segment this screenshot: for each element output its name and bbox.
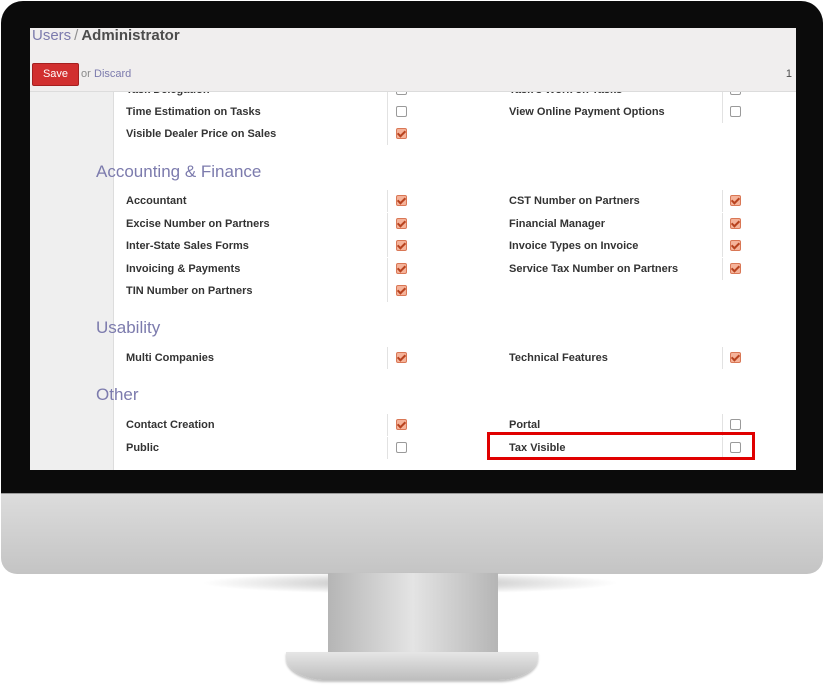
section-title: Other (96, 385, 139, 404)
group-checkbox[interactable] (730, 262, 741, 274)
group-label: Excise Number on Partners (126, 217, 270, 230)
discard-link[interactable]: Discard (94, 68, 131, 80)
group-checkbox[interactable] (396, 217, 407, 229)
control-panel: Users / Administrator Save or Discard 1 (30, 28, 796, 92)
breadcrumb-users-link[interactable]: Users (32, 28, 71, 44)
group-label: Contact Creation (126, 419, 215, 431)
column-divider (722, 257, 723, 280)
group-checkbox[interactable] (396, 352, 407, 363)
group-label: Accountant (126, 195, 187, 207)
group-label: Time Estimation on Tasks (126, 106, 261, 118)
column-divider (722, 347, 723, 369)
group-label: Invoice Types on Invoice (509, 240, 639, 252)
group-checkbox[interactable] (396, 441, 407, 453)
group-checkbox[interactable] (730, 217, 741, 229)
group-label: Multi Companies (126, 352, 215, 364)
group-checkbox[interactable] (730, 240, 741, 251)
column-divider (387, 235, 388, 257)
group-checkbox[interactable] (730, 419, 741, 430)
group-label: Invoicing & Payments (126, 262, 241, 275)
group-checkbox[interactable] (396, 285, 407, 296)
section-title: Accounting & Finance (96, 162, 262, 181)
highlight-box (487, 432, 755, 460)
breadcrumb: Users / Administrator (32, 28, 180, 44)
column-divider (722, 190, 723, 212)
breadcrumb-separator: / (74, 28, 79, 44)
group-label: Visible Dealer Price on Sales (126, 128, 277, 140)
column-divider (387, 257, 388, 280)
column-divider (722, 212, 723, 235)
pager-value[interactable]: 1 (786, 68, 792, 80)
group-label: Public (126, 441, 160, 454)
column-divider (387, 347, 388, 369)
column-divider (722, 101, 723, 123)
column-divider (387, 414, 388, 436)
or-text: or (81, 68, 91, 80)
group-label: Inter-State Sales Forms (126, 240, 249, 252)
save-button[interactable]: Save (32, 63, 79, 86)
group-label: Portal (509, 419, 541, 431)
group-label: CST Number on Partners (509, 195, 640, 207)
group-checkbox[interactable] (396, 195, 407, 206)
group-label: TIN Number on Partners (126, 285, 253, 297)
column-divider (387, 123, 388, 145)
group-label: View Online Payment Options (509, 106, 665, 118)
group-checkbox[interactable] (730, 352, 741, 363)
section-title: Usability (96, 318, 161, 337)
group-checkbox[interactable] (396, 128, 407, 139)
group-checkbox[interactable] (730, 106, 741, 117)
group-label: Technical Features (509, 352, 608, 364)
column-divider (722, 92, 723, 101)
column-divider (387, 101, 388, 123)
breadcrumb-current: Administrator (81, 28, 180, 44)
column-divider (387, 280, 388, 302)
group-label: Financial Manager (509, 217, 605, 230)
group-checkbox[interactable] (396, 240, 407, 251)
monitor-chin (1, 493, 823, 574)
group-checkbox[interactable] (396, 419, 407, 430)
form-sheet (114, 92, 796, 470)
group-checkbox[interactable] (396, 106, 407, 117)
column-divider (387, 436, 388, 459)
column-divider (722, 235, 723, 257)
column-divider (387, 190, 388, 212)
group-checkbox[interactable] (396, 262, 407, 274)
column-divider (387, 212, 388, 235)
group-label: Service Tax Number on Partners (509, 262, 679, 275)
left-sidebar (30, 92, 114, 470)
monitor-stand-neck (328, 573, 498, 653)
monitor-stand-foot (286, 652, 538, 680)
column-divider (387, 92, 388, 101)
group-checkbox[interactable] (730, 195, 741, 206)
